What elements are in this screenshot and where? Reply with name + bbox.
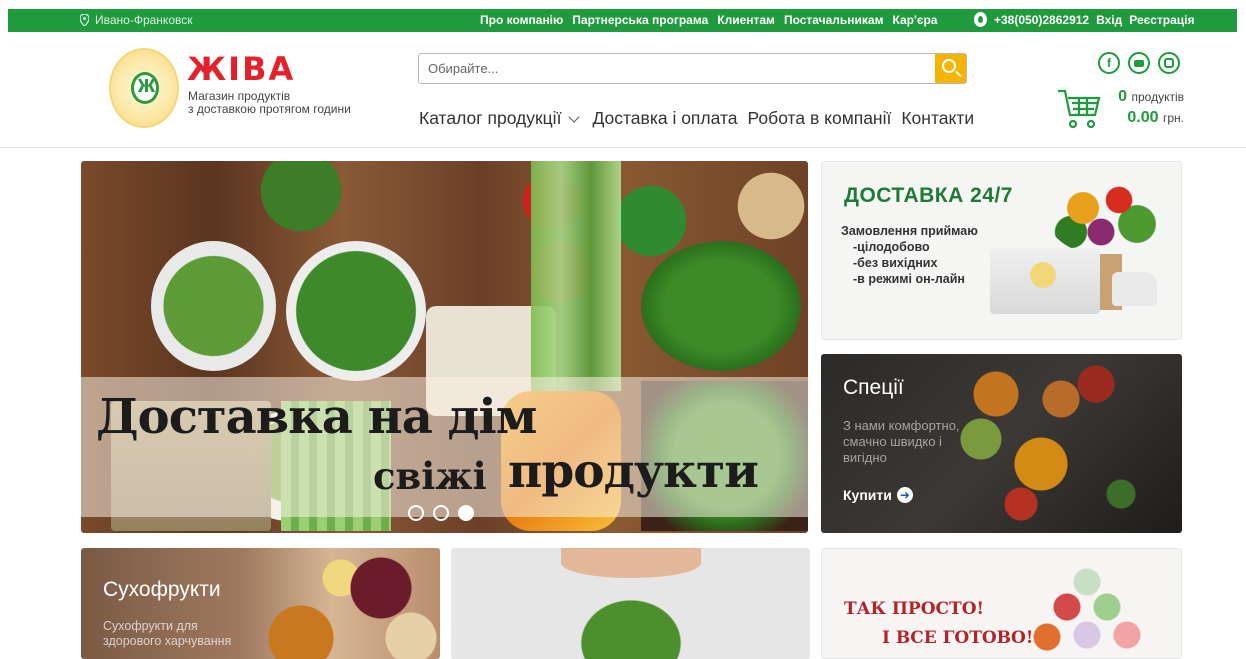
ready-line-2: І ВСЕ ГОТОВО! [882, 628, 1034, 648]
truck-image [990, 248, 1100, 314]
facebook-icon[interactable]: f [1098, 52, 1120, 74]
nav-delivery[interactable]: Доставка і оплата [592, 108, 737, 129]
hero-subheading-b: продукти [508, 444, 759, 499]
nav-catalog[interactable]: Каталог продукції [419, 108, 582, 129]
top-links: Про компанію Партнерська програма Клиент… [480, 13, 937, 27]
delivery-line: -в режимі он-лайн [853, 272, 965, 286]
nav-contacts[interactable]: Контакти [901, 108, 974, 129]
spices-title: Спеції [843, 376, 904, 399]
main-nav: Каталог продукції Доставка і оплата Робо… [419, 108, 974, 129]
slider-dot-2[interactable] [433, 505, 449, 521]
youtube-icon[interactable] [1128, 52, 1150, 74]
link-clients[interactable]: Клиентам [717, 13, 775, 27]
nav-jobs[interactable]: Робота в компанії [748, 108, 892, 129]
ready-line-1: ТАК ПРОСТО! [844, 599, 984, 619]
link-about[interactable]: Про компанію [480, 13, 563, 27]
brand-logo-text[interactable]: ЖІВА [187, 53, 295, 85]
arrow-right-icon[interactable]: ➜ [896, 487, 913, 503]
logo-leaf-icon [131, 71, 159, 104]
tagline-line-2: з доставкою протягом години [188, 102, 351, 116]
delivery-line: -без вихідних [853, 256, 938, 270]
top-bar: Ивано-Франковск Про компанію Партнерська… [8, 9, 1237, 32]
slider-dot-3[interactable] [458, 505, 474, 521]
link-suppliers[interactable]: Постачальникам [784, 13, 884, 27]
cart-count-label: продуктів [1131, 90, 1184, 104]
location-pin-icon [80, 14, 89, 26]
phone-icon [974, 12, 987, 27]
register-link[interactable]: Реєстрація [1129, 13, 1194, 27]
hero-slider[interactable]: Доставка на дім свіжі продукти [81, 161, 808, 533]
instagram-icon[interactable] [1158, 52, 1180, 74]
search-input[interactable] [419, 54, 933, 83]
spices-buy-label[interactable]: Купити [843, 487, 892, 503]
cart-currency: грн. [1162, 111, 1184, 125]
dried-fruits-title: Сухофрукти [103, 578, 221, 601]
cart-count: 0 [1118, 88, 1128, 105]
dried-fruits-text: Сухофрукти для здорового харчування [103, 619, 231, 649]
dried-fruits-text-line-1: Сухофрукти для [103, 619, 198, 633]
cart-summary[interactable]: 0 продуктів 0.00 грн. [1110, 88, 1184, 127]
spices-banner[interactable]: Спеції З нами комфортно, смачно швидко і… [821, 354, 1182, 533]
city-label[interactable]: Ивано-Франковск [95, 13, 192, 27]
city-selector[interactable]: Ивано-Франковск [80, 13, 192, 27]
link-career[interactable]: Кар'єра [892, 13, 937, 27]
dried-fruits-banner[interactable]: Сухофрукти Сухофрукти для здорового харч… [81, 548, 440, 659]
delivery-banner[interactable]: ДОСТАВКА 24/7 Замовлення приймаю -цілодо… [821, 161, 1182, 340]
hero-heading: Доставка на дім [96, 389, 537, 445]
header-divider [0, 147, 1246, 148]
hero-image-part [641, 241, 801, 371]
chevron-down-icon[interactable] [568, 110, 581, 123]
search-icon [942, 59, 956, 73]
cart-icon[interactable] [1057, 88, 1101, 130]
slider-dots [408, 505, 474, 521]
spices-buy-button[interactable]: Купити ➜ [843, 487, 913, 503]
dried-fruits-text-line-2: здорового харчування [103, 634, 232, 648]
salad-banner[interactable] [451, 548, 810, 659]
hero-subheading-a: свіжі [373, 454, 487, 498]
instagram-camera-shape [1164, 58, 1174, 68]
social-links: f [1098, 52, 1180, 74]
spices-text: З нами комфортно, смачно швидко і вигідн… [843, 418, 960, 465]
tagline: Магазин продуктів з доставкою протягом г… [188, 90, 351, 116]
delivery-line: -цілодобово [853, 240, 930, 254]
search-button[interactable] [935, 54, 966, 83]
ready-meals-banner[interactable]: ТАК ПРОСТО! І ВСЕ ГОТОВО! [821, 548, 1182, 659]
hero-image-part [531, 161, 621, 391]
delivery-text: Замовлення приймаю -цілодобово -без вихі… [841, 223, 978, 287]
youtube-play-shape [1134, 59, 1144, 67]
fruit-basket-image [1047, 176, 1167, 256]
cart-total: 0.00 [1127, 109, 1159, 126]
logo-emblem[interactable] [109, 48, 179, 128]
delivery-line: Замовлення приймаю [841, 224, 978, 238]
search-box [418, 53, 967, 84]
slider-dot-1[interactable] [408, 505, 424, 521]
frozen-cubes-image [1022, 567, 1157, 658]
top-right: +38(050)2862912 Вхід Реєстрація [974, 12, 1195, 27]
link-partner-program[interactable]: Партнерська програма [572, 13, 708, 27]
salad-image-hands [561, 548, 701, 578]
van-image [1112, 272, 1157, 306]
hero-image-part [286, 241, 426, 381]
nav-catalog-label[interactable]: Каталог продукції [419, 108, 561, 129]
phone-number[interactable]: +38(050)2862912 [994, 13, 1089, 27]
login-link[interactable]: Вхід [1096, 13, 1122, 27]
hero-image-part [151, 241, 276, 371]
delivery-title: ДОСТАВКА 24/7 [844, 184, 1013, 207]
